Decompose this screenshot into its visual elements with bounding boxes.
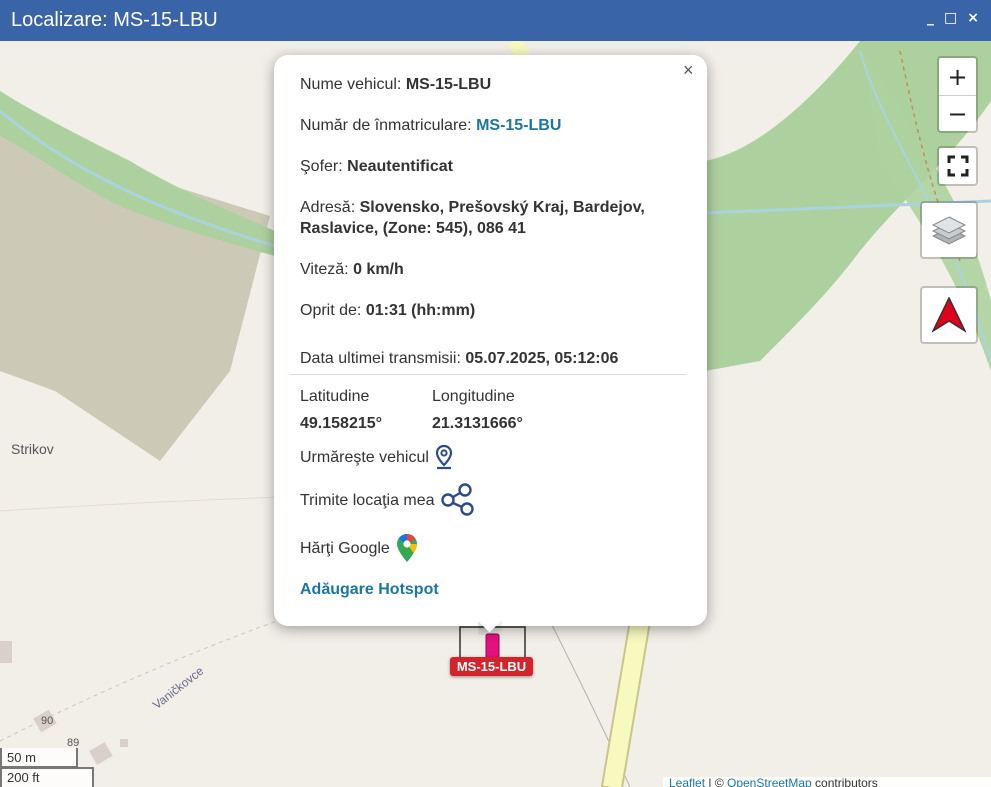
speed-row: Viteză: 0 km/h xyxy=(300,259,690,280)
follow-vehicle-label: Urmăreşte vehicul xyxy=(300,448,429,466)
last-transmission-value: 05.07.2025, 05:12:06 xyxy=(465,350,619,367)
layers-button[interactable] xyxy=(920,201,978,259)
vehicle-name-row: Nume vehicul: MS-15-LBU xyxy=(300,74,690,95)
vehicle-marker-label[interactable]: MS-15-LBU xyxy=(450,657,533,676)
leaflet-link[interactable]: Leaflet xyxy=(669,777,705,787)
attribution-contributors: contributors xyxy=(811,777,878,787)
scale-metric-label: 50 m xyxy=(7,750,36,765)
plate-link[interactable]: MS-15-LBU xyxy=(476,117,561,134)
google-maps-link[interactable]: Hărţi Google xyxy=(300,532,690,564)
address-row: Adresă: Slovensko, Prešovský Kraj, Barde… xyxy=(300,197,690,239)
longitude-value: 21.3131666° xyxy=(432,415,523,432)
plate-row: Număr de înmatriculare: MS-15-LBU xyxy=(300,115,690,136)
speed-label: Viteză: xyxy=(300,261,349,278)
share-location-link[interactable]: Trimite locaţia mea xyxy=(300,482,690,518)
speed-value: 0 km/h xyxy=(353,261,404,278)
popup-tip xyxy=(478,621,502,635)
share-location-label: Trimite locaţia mea xyxy=(300,491,435,509)
address-label: Adresă: xyxy=(300,199,356,216)
map-attribution: Leaflet | © OpenStreetMap contributors xyxy=(663,777,991,787)
scale-metric: 50 m xyxy=(0,748,78,768)
popup-divider xyxy=(290,374,686,375)
vehicle-name-label: Nume vehicul: xyxy=(300,76,402,93)
fullscreen-button[interactable] xyxy=(937,146,978,186)
plate-label: Număr de înmatriculare: xyxy=(300,117,472,134)
driver-label: Şofer: xyxy=(300,158,343,175)
zoom-in-button[interactable]: + xyxy=(939,58,976,95)
add-hotspot-link[interactable]: Adăugare Hotspot xyxy=(300,581,439,598)
follow-vehicle-link[interactable]: Urmăreşte vehicul xyxy=(300,443,690,471)
last-transmission-label: Data ultimei transmisii: xyxy=(300,350,461,367)
maximize-button[interactable]: □ xyxy=(944,10,957,26)
north-arrow-button[interactable] xyxy=(920,286,978,344)
map-pin-icon xyxy=(435,444,453,470)
driver-value: Neautentificat xyxy=(347,158,453,175)
window-titlebar: Localizare: MS-15-LBU _ □ × xyxy=(0,0,991,41)
close-window-button[interactable]: × xyxy=(967,10,979,26)
minimize-button[interactable]: _ xyxy=(927,10,934,26)
longitude-label: Longitudine xyxy=(432,388,515,405)
house-number-label: 90 xyxy=(41,715,54,727)
latitude-value: 49.158215° xyxy=(300,415,383,432)
google-maps-label: Hărţi Google xyxy=(300,539,390,557)
last-transmission-row: Data ultimei transmisii: 05.07.2025, 05:… xyxy=(300,348,690,369)
scale-imperial-label: 200 ft xyxy=(7,770,40,785)
longitude-cell: 21.3131666° xyxy=(432,413,572,434)
stopped-value: 01:31 (hh:mm) xyxy=(365,302,476,319)
attribution-separator: | © xyxy=(705,777,727,787)
share-icon xyxy=(440,483,474,516)
google-maps-icon xyxy=(396,534,417,562)
zoom-control: + − xyxy=(937,56,978,133)
north-arrow-icon xyxy=(932,297,966,333)
zoom-out-button[interactable]: − xyxy=(939,95,976,132)
hotspot-row: Adăugare Hotspot xyxy=(300,579,690,600)
driver-row: Şofer: Neautentificat xyxy=(300,156,690,177)
stopped-row: Oprit de: 01:31 (hh:mm) xyxy=(300,300,690,321)
scale-imperial: 200 ft xyxy=(0,767,94,787)
window-title: Localizare: MS-15-LBU xyxy=(11,9,218,31)
latitude-cell: 49.158215° xyxy=(300,413,420,434)
layers-icon xyxy=(931,216,967,245)
osm-link[interactable]: OpenStreetMap xyxy=(727,777,812,787)
fullscreen-icon xyxy=(947,155,968,177)
vehicle-name-value: MS-15-LBU xyxy=(405,76,492,93)
vehicle-info-popup: × Nume vehicul: MS-15-LBU Număr de înmat… xyxy=(274,55,707,626)
latitude-label: Latitudine xyxy=(300,388,370,405)
place-label: Strikov xyxy=(11,441,54,457)
window-controls: _ □ × xyxy=(927,10,979,26)
stopped-label: Oprit de: xyxy=(300,302,362,319)
